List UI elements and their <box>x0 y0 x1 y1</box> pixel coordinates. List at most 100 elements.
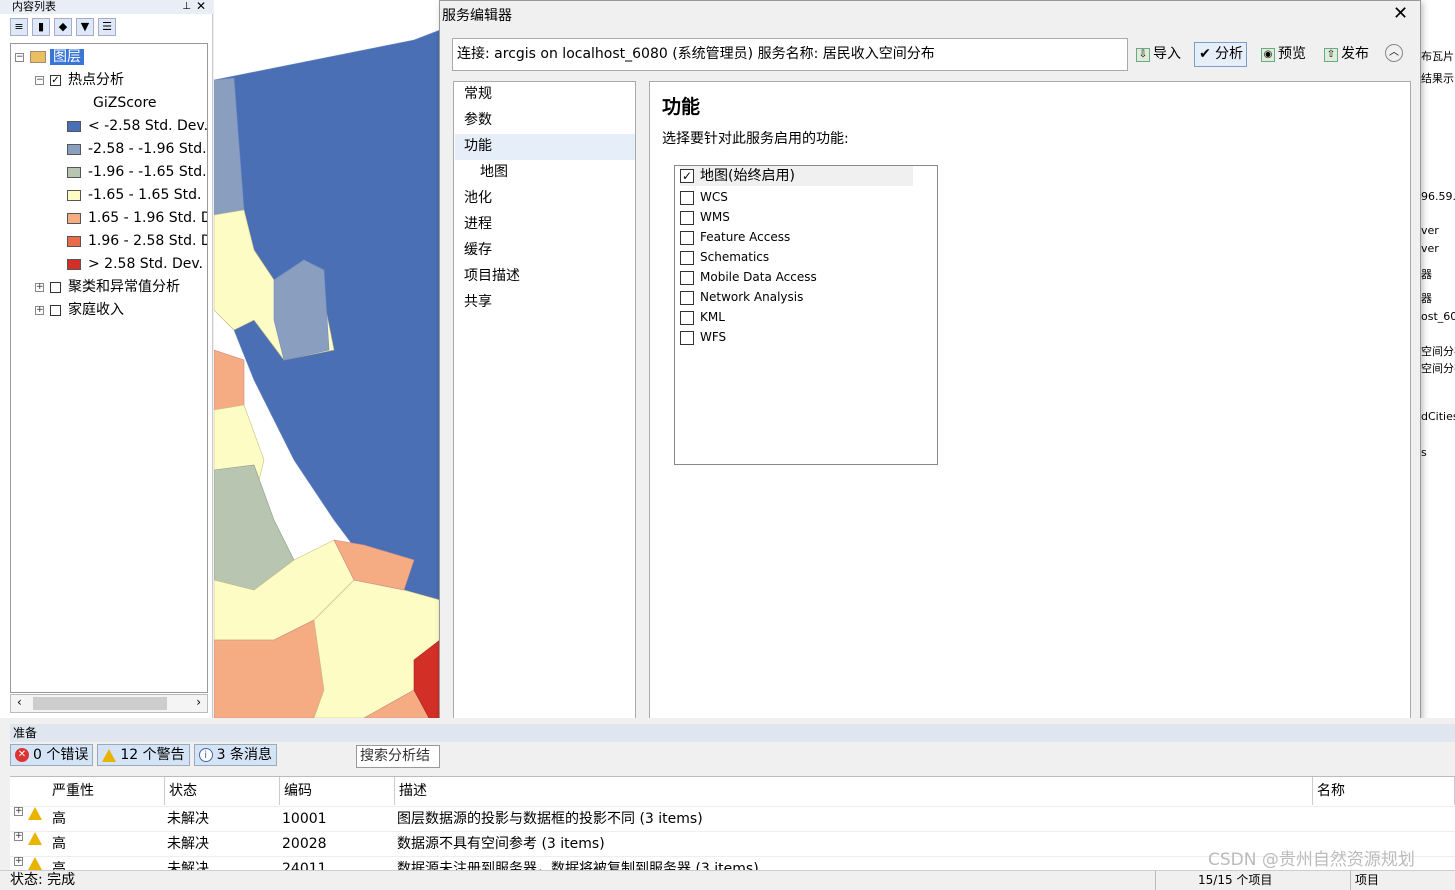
collapse-icon[interactable]: − <box>35 75 44 85</box>
status-bar: 状态: 完成 15/15 个项目 项目 CSDN @贵州自然资源规划 <box>0 851 1455 890</box>
column-header[interactable]: 严重性 <box>48 777 165 805</box>
nav-item[interactable]: 参数 <box>464 108 492 132</box>
search-results-input[interactable]: 搜索分析结 <box>356 745 440 768</box>
column-header[interactable]: 状态 <box>165 777 280 805</box>
legend-item[interactable]: < -2.58 Std. Dev. <box>67 115 208 137</box>
chevron-up-icon[interactable]: ︿ <box>1385 44 1403 62</box>
column-header[interactable]: 名称 <box>1313 777 1455 805</box>
background-text-fragment: s <box>1421 446 1427 459</box>
nav-item[interactable]: 地图 <box>480 160 508 184</box>
map-canvas <box>214 0 440 718</box>
table-row[interactable]: + 高未解决 10001 图层数据源的投影与数据框的投影不同 (3 items) <box>10 806 1455 831</box>
collapse-icon[interactable]: − <box>15 52 24 62</box>
layers-folder-icon <box>30 51 46 63</box>
capability-label: 地图(始终启用) <box>700 168 795 184</box>
nav-item[interactable]: 进程 <box>464 212 492 236</box>
warnings-filter-button[interactable]: 12 个警告 <box>97 744 190 766</box>
map-view[interactable] <box>214 0 440 718</box>
background-text-fragment: 器 <box>1421 292 1432 305</box>
capability-item[interactable]: Network Analysis <box>680 287 803 307</box>
legend-label: -1.96 - -1.65 Std. <box>88 164 207 180</box>
legend-item[interactable]: 1.65 - 1.96 Std. D <box>67 207 207 229</box>
page-title: 功能 <box>662 96 701 118</box>
layer-visibility-checkbox[interactable] <box>50 281 61 293</box>
legend-item[interactable]: -1.65 - 1.65 Std. <box>67 184 202 206</box>
background-text-fragment: ver <box>1421 242 1439 255</box>
capability-checkbox[interactable] <box>680 310 694 325</box>
capability-checkbox[interactable] <box>680 210 694 225</box>
capability-label: KML <box>700 310 725 324</box>
layer-visibility-checkbox[interactable]: ✓ <box>50 74 61 86</box>
cluster-layer[interactable]: + 聚类和异常值分析 <box>35 276 180 298</box>
list-by-source-icon[interactable]: ▮ <box>32 18 50 36</box>
nav-item[interactable]: 项目描述 <box>464 264 520 288</box>
nav-item[interactable]: 常规 <box>464 82 492 106</box>
analyze-button[interactable]: ✔ 分析 <box>1194 42 1247 67</box>
capability-label: Feature Access <box>700 230 791 244</box>
layer-visibility-checkbox[interactable] <box>50 304 61 316</box>
errors-filter-button[interactable]: ✕ 0 个错误 <box>10 744 94 766</box>
capability-checkbox[interactable] <box>680 190 694 205</box>
legend-item[interactable]: 1.96 - 2.58 Std. D <box>67 230 207 252</box>
legend-item[interactable]: -1.96 - -1.65 Std. <box>67 161 207 183</box>
capability-item[interactable]: Feature Access <box>680 227 790 247</box>
capabilities-list: ✓ 地图(始终启用) WCS WMS Feature Access Schematics M… <box>674 165 938 465</box>
scroll-right-icon[interactable]: › <box>196 695 201 709</box>
capability-item[interactable]: WCS <box>680 187 728 207</box>
layer-tree: − 图层 − ✓ 热点分析 GiZScore < -2.58 Std. Dev. -2.… <box>10 43 208 693</box>
page-label: 项目 <box>1355 873 1380 887</box>
capability-item[interactable]: WMS <box>680 207 730 227</box>
severity-cell: 高 <box>52 811 66 827</box>
nav-item[interactable]: 功能 <box>464 134 492 158</box>
capability-item[interactable]: KML <box>680 307 725 327</box>
options-icon[interactable]: ☰ <box>98 18 116 36</box>
code-cell: 10001 <box>282 811 327 827</box>
info-icon: i <box>198 748 213 762</box>
list-by-drawing-order-icon[interactable]: ≡ <box>10 18 28 36</box>
expand-icon[interactable]: + <box>35 305 44 315</box>
hot-spot-layer[interactable]: − ✓ 热点分析 <box>35 69 124 91</box>
pin-icon[interactable]: ⊥ <box>182 0 191 14</box>
legend-label: < -2.58 Std. Dev. <box>88 118 208 134</box>
import-button[interactable]: ⇩ 导入 <box>1133 42 1184 67</box>
nav-item[interactable]: 池化 <box>464 186 492 210</box>
capability-item[interactable]: Mobile Data Access <box>680 267 817 287</box>
nav-item[interactable]: 共享 <box>464 290 492 314</box>
capability-checkbox[interactable] <box>680 250 694 265</box>
layers-label[interactable]: 图层 <box>50 49 84 65</box>
legend-item[interactable]: -2.58 - -1.96 Std. <box>67 138 207 160</box>
preview-button[interactable]: ◉ 预览 <box>1258 42 1309 67</box>
column-header[interactable]: 编码 <box>280 777 395 805</box>
capability-item[interactable]: WFS <box>680 327 726 347</box>
capability-item[interactable]: Schematics <box>680 247 769 267</box>
nav-item[interactable]: 缓存 <box>464 238 492 262</box>
expand-icon[interactable]: + <box>35 282 44 292</box>
capability-checkbox[interactable]: ✓ <box>680 169 694 183</box>
legend-swatch <box>67 166 81 178</box>
scrollbar-thumb[interactable] <box>33 697 167 710</box>
toc-horizontal-scrollbar[interactable]: ‹ › <box>10 694 208 713</box>
scroll-left-icon[interactable]: ‹ <box>17 695 22 709</box>
dialog-close-button[interactable]: ✕ <box>1393 3 1408 24</box>
capability-label: WCS <box>700 190 728 204</box>
list-by-selection-icon[interactable]: ▼ <box>76 18 94 36</box>
capability-checkbox[interactable] <box>680 290 694 305</box>
messages-filter-button[interactable]: i3 条消息 <box>193 744 277 766</box>
capability-checkbox[interactable] <box>680 330 694 345</box>
layers-node[interactable]: − 图层 <box>15 46 84 68</box>
settings-nav: 常规 参数 功能 地图 池化 进程 缓存 项目描述 共享 <box>453 81 636 763</box>
household-layer[interactable]: + 家庭收入 <box>35 299 124 321</box>
publish-button[interactable]: ⇧ 发布 <box>1321 42 1372 67</box>
capability-label: WMS <box>700 210 730 224</box>
error-icon: ✕ <box>15 748 29 762</box>
dialog-title: 服务编辑器 <box>442 8 512 24</box>
capability-label: Mobile Data Access <box>700 270 817 284</box>
legend-item[interactable]: > 2.58 Std. Dev. <box>67 253 203 275</box>
close-icon[interactable]: ✕ <box>196 0 206 13</box>
capability-item[interactable]: ✓ 地图(始终启用) <box>680 166 913 186</box>
list-by-visibility-icon[interactable]: ◆ <box>54 18 72 36</box>
background-text-fragment: 96.59.s <box>1421 190 1455 203</box>
capability-checkbox[interactable] <box>680 270 694 285</box>
capability-checkbox[interactable] <box>680 230 694 245</box>
column-header[interactable]: 描述 <box>395 777 1313 805</box>
